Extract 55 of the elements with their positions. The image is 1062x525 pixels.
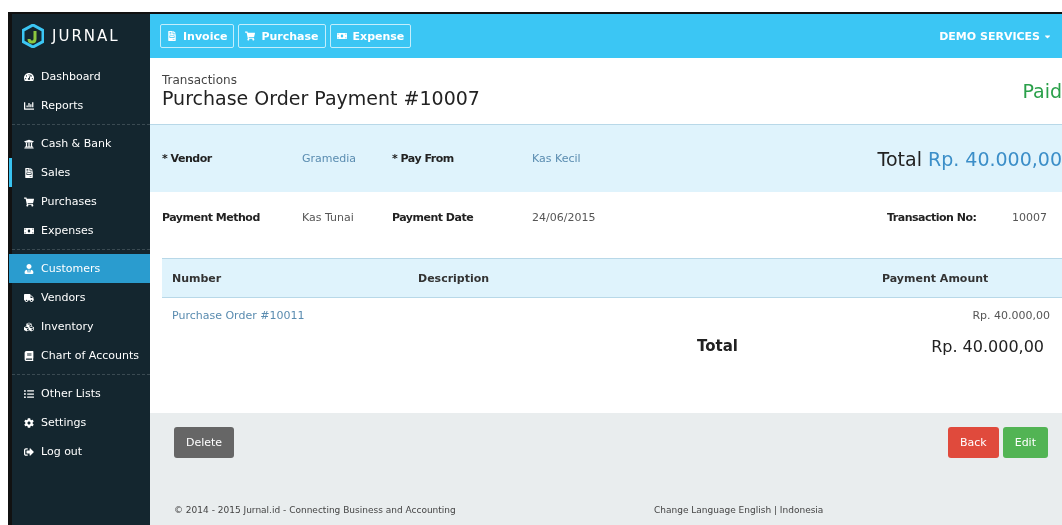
logo-icon	[22, 24, 44, 48]
delete-button[interactable]: Delete	[174, 427, 235, 458]
sidebar-item[interactable]: Log out	[9, 437, 150, 466]
dashboard-icon	[24, 71, 34, 82]
field-value: Kas Tunai	[302, 210, 355, 224]
total-amount: Rp. 40.000,00	[927, 147, 1062, 170]
sidebar-item[interactable]: Other Lists	[9, 379, 150, 408]
total-amount: Rp. 40.000,00	[931, 336, 1044, 356]
sidebar-item[interactable]: Expenses	[9, 216, 150, 245]
bank-icon	[24, 138, 34, 149]
bar-chart-icon	[24, 100, 34, 111]
field-label: Transaction No:	[887, 210, 978, 224]
field-label: Payment Method	[162, 210, 261, 224]
settings-icon	[24, 417, 34, 428]
document-icon	[167, 31, 177, 41]
back-button[interactable]: Back	[947, 427, 999, 458]
cart-icon	[24, 196, 34, 207]
field-label: Payment Date	[392, 210, 475, 224]
list-icon	[24, 388, 34, 399]
field-label: * Pay From	[392, 152, 455, 165]
sidebar-item[interactable]: Chart of Accounts	[9, 341, 150, 370]
page-title: Purchase Order Payment #10007	[162, 87, 480, 109]
status-label: Paid	[1022, 80, 1062, 102]
field-value: Gramedia	[302, 152, 358, 165]
field-value: 24/06/2015	[532, 210, 597, 224]
copyright-text: © 2014 - 2015 Jurnal.id - Connecting Business and Accounting	[174, 505, 457, 515]
document-icon	[24, 167, 34, 178]
sidebar-item[interactable]: Cash & Bank	[9, 129, 150, 158]
field-value: 10007	[1012, 210, 1048, 224]
sidebar-item[interactable]: Purchases	[9, 187, 150, 216]
money-icon	[24, 225, 34, 236]
field-label: * Vendor	[162, 152, 213, 165]
brand-name: JURNAL	[52, 27, 120, 45]
sidebar-item[interactable]: Dashboard	[9, 62, 150, 91]
column-header: Number	[172, 271, 223, 285]
sidebar-item[interactable]: Settings	[9, 408, 150, 437]
column-header: Payment Amount	[882, 271, 990, 285]
cubes-icon	[24, 321, 34, 332]
sidebar-item[interactable]: Reports	[9, 91, 150, 120]
person-icon	[24, 263, 34, 274]
sidebar-item[interactable]: Vendors	[9, 283, 150, 312]
truck-icon	[24, 292, 34, 303]
cart-icon	[245, 31, 256, 41]
sidebar-item[interactable]: Inventory	[9, 312, 150, 341]
money-icon	[336, 31, 347, 41]
total-label: Total	[877, 147, 922, 170]
field-value: Kas Kecil	[532, 152, 582, 165]
column-header: Description	[418, 271, 491, 285]
language-switcher[interactable]: Change Language English | Indonesia	[654, 505, 824, 515]
logout-icon	[24, 446, 34, 457]
amount-cell: Rp. 40.000,00	[972, 308, 1050, 322]
book-icon	[24, 350, 34, 361]
total-label: Total	[697, 337, 738, 355]
order-link[interactable]: Purchase Order #10011	[172, 308, 305, 322]
breadcrumb: Transactions	[162, 73, 238, 87]
